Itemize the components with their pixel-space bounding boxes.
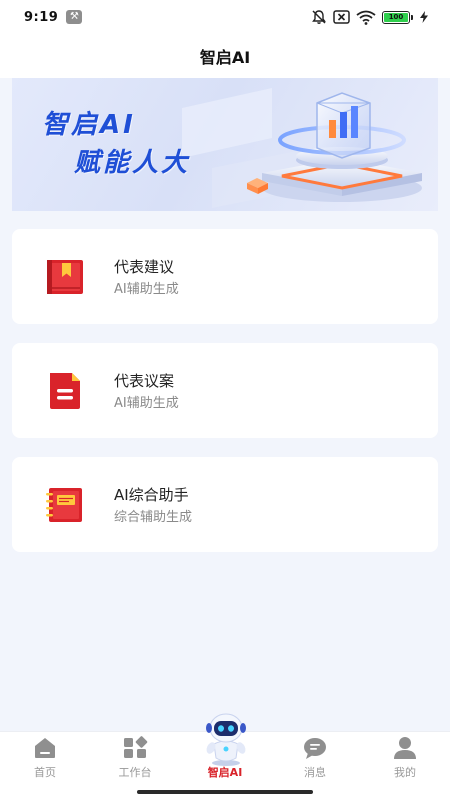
card-subtitle: 综合辅助生成	[114, 510, 193, 525]
document-icon	[50, 373, 80, 409]
battery-icon: 100	[382, 10, 413, 24]
wifi-icon	[356, 10, 376, 25]
tab-label: 工作台	[118, 766, 152, 779]
card-title: 代表议案	[114, 372, 175, 390]
status-right: 100	[311, 9, 428, 25]
banner-line1: 智启AI	[42, 110, 136, 140]
tab-label: 首页	[34, 766, 56, 779]
card-title: AI综合助手	[114, 486, 189, 504]
sim-off-icon	[333, 10, 350, 24]
tab-workbench[interactable]: 工作台	[90, 732, 180, 786]
user-icon	[394, 737, 416, 759]
robot-icon[interactable]	[196, 708, 256, 768]
card-representative-motion[interactable]: 代表议案 AI辅助生成	[12, 343, 438, 438]
card-representative-suggestion[interactable]: 代表建议 AI辅助生成	[12, 229, 438, 324]
banner-line2: 赋能人大	[74, 148, 191, 178]
charging-icon	[420, 11, 428, 23]
tab-label: 消息	[304, 766, 326, 779]
bookmark-book-icon	[47, 260, 83, 294]
status-left: 9:19 ⚒	[24, 9, 83, 25]
page-title: 智启AI	[199, 48, 251, 67]
tab-label: 我的	[394, 766, 416, 779]
home-icon	[35, 738, 55, 758]
status-time: 9:19	[24, 9, 59, 25]
card-text: 代表建议 AI辅助生成	[114, 257, 179, 300]
battery-level: 100	[384, 12, 408, 22]
card-subtitle: AI辅助生成	[114, 282, 179, 297]
card-title: 代表建议	[114, 258, 175, 276]
mute-icon	[312, 10, 326, 24]
grid-icon	[124, 736, 148, 758]
wrench-icon: ⚒	[66, 10, 83, 24]
card-text: 代表议案 AI辅助生成	[114, 371, 179, 414]
banner-slogan: 智启AI 赋能人大	[42, 106, 190, 182]
tab-home[interactable]: 首页	[0, 732, 90, 786]
card-subtitle: AI辅助生成	[114, 396, 179, 411]
notebook-icon	[46, 488, 82, 522]
tab-messages[interactable]: 消息	[270, 732, 360, 786]
promo-banner[interactable]: 智启AI 赋能人大	[12, 78, 438, 211]
status-bar: 9:19 ⚒ 100	[0, 0, 450, 34]
card-text: AI综合助手 综合辅助生成	[114, 485, 192, 528]
page-header: 智启AI	[0, 34, 450, 78]
card-ai-assistant[interactable]: AI综合助手 综合辅助生成	[12, 457, 438, 552]
home-indicator[interactable]	[137, 790, 313, 794]
chat-icon	[304, 738, 326, 759]
tab-profile[interactable]: 我的	[360, 732, 450, 786]
